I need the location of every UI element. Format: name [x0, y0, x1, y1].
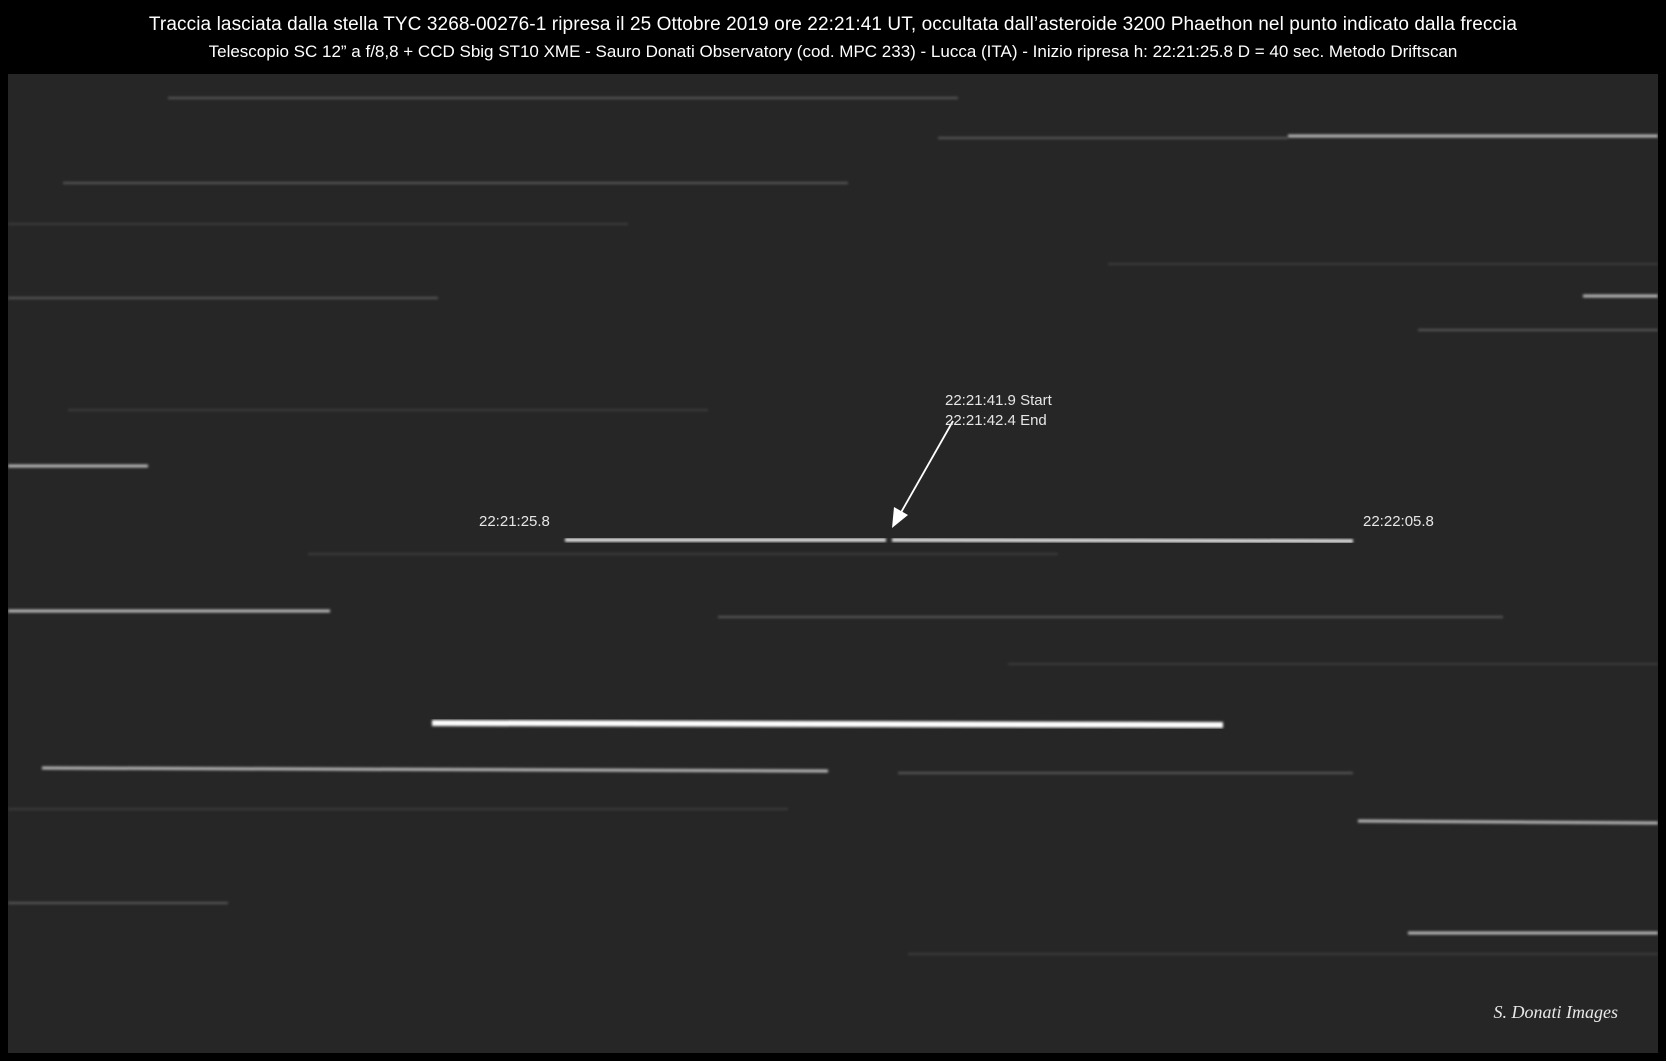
image-header: Traccia lasciata dalla stella TYC 3268-0… [0, 0, 1666, 74]
medium-star-trails [8, 134, 1658, 935]
image-subtitle: Telescopio SC 12” a f/8,8 + CCD Sbig ST1… [208, 42, 1458, 61]
star-trail [41, 766, 829, 773]
very-faint-star-trails [8, 223, 1658, 955]
photo-credit: S. Donati Images [1493, 1002, 1619, 1022]
arrowhead-icon [892, 507, 908, 528]
trail-start-time-label: 22:21:25.8 [479, 513, 550, 530]
target-star-trail [565, 538, 1354, 543]
image-title: Traccia lasciata dalla stella TYC 3268-0… [148, 14, 1518, 35]
star-trails [8, 97, 1658, 955]
trail-end-time-label: 22:22:05.8 [1363, 513, 1434, 530]
trail-after-occultation [891, 538, 1354, 543]
occultation-end-label: 22:21:42.4 End [945, 412, 1047, 429]
star-trail [1357, 819, 1658, 825]
bottom-frame [0, 1053, 1666, 1061]
occultation-arrow [898, 420, 954, 517]
occultation-start-label: 22:21:41.9 Start [945, 392, 1052, 409]
ccd-star-field: 22:21:41.9 Start 22:21:42.4 End 22:21:25… [8, 74, 1658, 1053]
faint-star-trails [8, 97, 1658, 904]
bright-star-trail [431, 720, 1224, 728]
